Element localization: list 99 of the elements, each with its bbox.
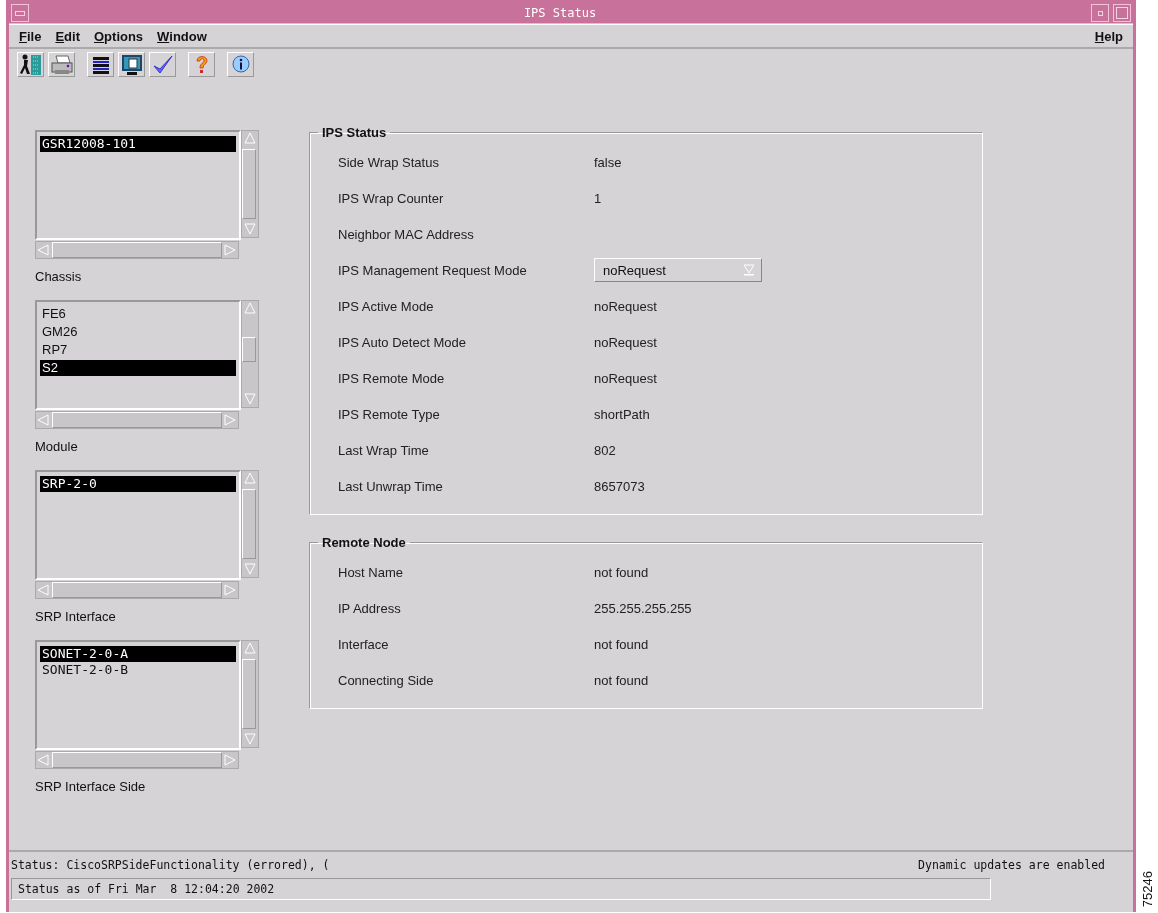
scroll-down-arrow-icon[interactable] (242, 731, 258, 747)
scroll-left-arrow-icon[interactable] (36, 582, 52, 598)
field-value: not found (594, 672, 649, 688)
field-label: Host Name (338, 564, 405, 580)
menu-item[interactable]: Options (94, 28, 144, 44)
vertical-scrollbar[interactable] (241, 130, 259, 238)
scroll-thumb[interactable] (242, 489, 256, 559)
field-value: noRequest (594, 334, 657, 350)
scroll-down-arrow-icon[interactable] (242, 391, 258, 407)
list-item[interactable]: SONET-2-0-A (40, 646, 236, 662)
horizontal-scrollbar[interactable] (35, 241, 239, 259)
scroll-right-arrow-icon[interactable] (222, 412, 238, 428)
scroll-up-arrow-icon[interactable] (242, 471, 258, 487)
group-title: Remote Node (321, 535, 407, 550)
menu-item[interactable]: Window (157, 28, 207, 44)
dropdown[interactable]: noRequest (594, 258, 762, 282)
scroll-right-arrow-icon[interactable] (222, 582, 238, 598)
scroll-down-arrow-icon[interactable] (242, 561, 258, 577)
field-value: 255.255.255.255 (594, 600, 692, 616)
window-menu-button[interactable] (11, 4, 29, 22)
scroll-up-arrow-icon[interactable] (242, 301, 258, 317)
list-icon (90, 55, 111, 74)
list-box[interactable]: GSR12008-101 (35, 130, 241, 240)
scroll-left-arrow-icon[interactable] (36, 242, 52, 258)
scroll-thumb[interactable] (242, 659, 256, 729)
question-mark-icon (194, 54, 209, 75)
info-icon (230, 54, 251, 75)
list-label: Module (35, 439, 79, 454)
status-message: Status: CiscoSRPSideFunctionality (errored), ( (11, 858, 330, 872)
scroll-right-arrow-icon[interactable] (222, 752, 238, 768)
field-label: Connecting Side (338, 672, 435, 688)
list-item[interactable]: RP7 (40, 342, 236, 358)
list-label: Chassis (35, 269, 83, 284)
list-item[interactable]: GM26 (40, 324, 236, 340)
field-label: Side Wrap Status (338, 154, 440, 170)
list-box[interactable]: SONET-2-0-A SONET-2-0-B (35, 640, 241, 750)
field-value: not found (594, 564, 649, 580)
scroll-thumb[interactable] (242, 337, 256, 362)
list-label: SRP Interface Side (35, 779, 147, 794)
field-value: shortPath (594, 406, 650, 422)
scroll-left-arrow-icon[interactable] (36, 752, 52, 768)
vertical-scrollbar[interactable] (241, 640, 259, 748)
field-label: Last Unwrap Time (338, 478, 444, 494)
list-label: SRP Interface (35, 609, 117, 624)
scroll-up-arrow-icon[interactable] (242, 641, 258, 657)
horizontal-scrollbar[interactable] (35, 411, 239, 429)
vertical-scrollbar[interactable] (241, 470, 259, 578)
field-label: Last Wrap Time (338, 442, 430, 458)
group-title: IPS Status (321, 125, 388, 140)
field-label: Neighbor MAC Address (338, 226, 475, 242)
minimize-button[interactable] (1091, 4, 1109, 22)
horizontal-scrollbar[interactable] (35, 751, 239, 769)
field-label: IP Address (338, 600, 402, 616)
field-label: IPS Management Request Mode (338, 262, 528, 278)
list-box[interactable]: SRP-2-0 (35, 470, 241, 580)
menu-item[interactable]: Edit (55, 28, 80, 44)
field-value: not found (594, 636, 649, 652)
scroll-right-arrow-icon[interactable] (222, 242, 238, 258)
field-value: noRequest (594, 370, 657, 386)
list-box[interactable]: FE6 GM26 RP7 S2 (35, 300, 241, 410)
monitor-icon (120, 53, 143, 76)
toolbar-button[interactable] (227, 52, 254, 77)
field-value: noRequest (594, 298, 657, 314)
field-label: IPS Remote Mode (338, 370, 446, 386)
horizontal-scrollbar[interactable] (35, 581, 239, 599)
printer-icon (49, 53, 74, 76)
scroll-thumb[interactable] (242, 149, 256, 219)
toolbar-button[interactable] (118, 52, 145, 77)
scroll-up-arrow-icon[interactable] (242, 131, 258, 147)
field-value: 8657073 (594, 478, 645, 494)
field-value: 802 (594, 442, 616, 458)
menu-item[interactable]: File (19, 28, 42, 44)
running-figure-icon (18, 53, 43, 76)
field-label: Interface (338, 636, 390, 652)
scroll-down-arrow-icon[interactable] (242, 221, 258, 237)
timestamp-field: Status as of Fri Mar 8 12:04:20 2002 (11, 878, 991, 900)
toolbar-button[interactable] (17, 52, 44, 77)
list-item[interactable]: GSR12008-101 (40, 136, 236, 152)
list-item[interactable]: S2 (40, 360, 236, 376)
toolbar-button[interactable] (149, 52, 176, 77)
menu-item[interactable]: Help (1094, 28, 1123, 44)
list-item[interactable]: FE6 (40, 306, 236, 322)
scroll-left-arrow-icon[interactable] (36, 412, 52, 428)
field-label: IPS Wrap Counter (338, 190, 445, 206)
dropdown-arrow-icon (743, 264, 755, 276)
updates-status: Dynamic updates are enabled (918, 858, 1105, 872)
field-label: IPS Auto Detect Mode (338, 334, 467, 350)
field-value: false (594, 154, 622, 170)
vertical-scrollbar[interactable] (241, 300, 259, 408)
figure-number: 75246 (1139, 870, 1155, 907)
list-item[interactable]: SRP-2-0 (40, 476, 236, 492)
maximize-button[interactable] (1113, 4, 1131, 22)
field-value: 1 (594, 190, 602, 206)
toolbar-button[interactable] (87, 52, 114, 77)
window-title: IPS Status (522, 6, 598, 20)
field-label: IPS Remote Type (338, 406, 441, 422)
field-label: IPS Active Mode (338, 298, 435, 314)
list-item[interactable]: SONET-2-0-B (40, 662, 236, 678)
checkmark-icon (151, 53, 174, 76)
